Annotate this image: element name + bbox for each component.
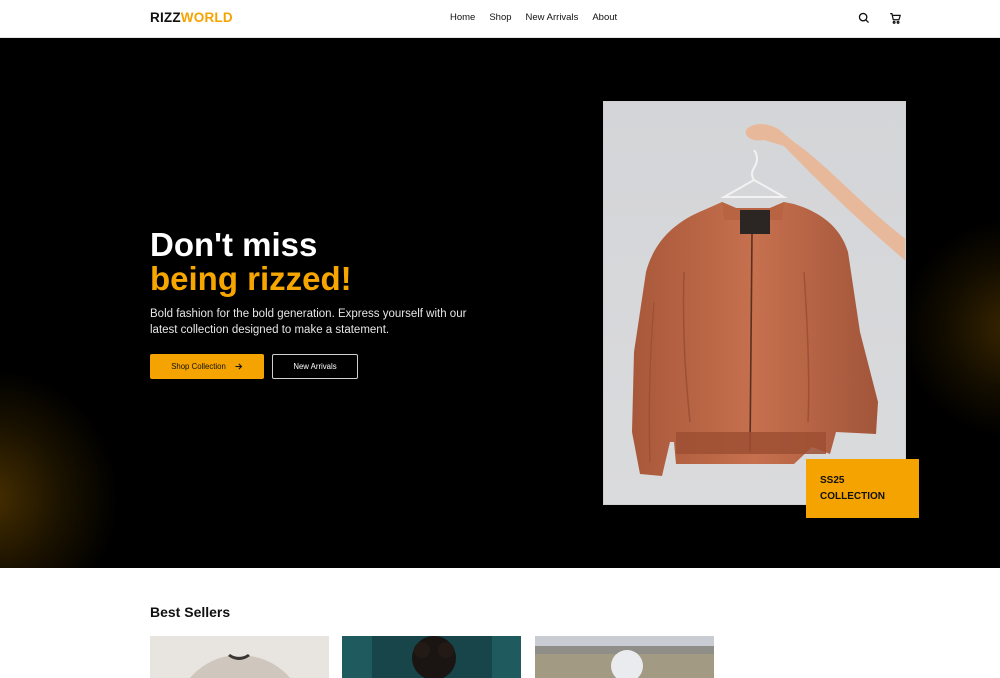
product-card-3[interactable]	[535, 636, 714, 678]
hero-product-image	[603, 101, 906, 505]
product-image-3	[535, 636, 714, 678]
hero-headline-line2: being rizzed!	[150, 260, 352, 297]
product-image-2	[342, 636, 521, 678]
logo-part-world: WORLD	[180, 10, 233, 25]
shop-collection-label: Shop Collection	[171, 362, 226, 371]
cart-icon[interactable]	[888, 11, 902, 25]
nav-shop[interactable]: Shop	[489, 12, 511, 24]
product-card-2[interactable]	[342, 636, 521, 678]
hero-headline: Don't miss being rizzed!	[150, 228, 352, 296]
logo-part-rizz: RIZZ	[150, 10, 181, 25]
hero-glow-left	[0, 368, 120, 568]
product-image-1	[150, 636, 329, 678]
hero-glow-right	[900, 218, 1000, 438]
logo[interactable]: RIZZWORLD	[150, 10, 233, 26]
shop-collection-button[interactable]: Shop Collection	[150, 354, 264, 379]
nav-new-arrivals[interactable]: New Arrivals	[526, 12, 579, 24]
nav-home[interactable]: Home	[450, 12, 475, 24]
product-card-1[interactable]	[150, 636, 329, 678]
nav-about[interactable]: About	[592, 12, 617, 24]
hero-section: Don't miss being rizzed! Bold fashion fo…	[0, 38, 1000, 568]
hero-headline-line1: Don't miss	[150, 226, 318, 263]
main-nav: Home Shop New Arrivals About	[450, 12, 631, 24]
arrow-right-icon	[235, 363, 243, 370]
site-header: RIZZWORLD Home Shop New Arrivals About	[0, 0, 1000, 38]
new-arrivals-button[interactable]: New Arrivals	[272, 354, 358, 379]
badge-line2: COLLECTION	[820, 491, 885, 502]
best-sellers-title: Best Sellers	[150, 604, 231, 620]
collection-badge: SS25 COLLECTION	[806, 459, 919, 518]
badge-line1: SS25	[820, 475, 845, 486]
hero-subtext: Bold fashion for the bold generation. Ex…	[150, 308, 467, 336]
search-icon[interactable]	[857, 11, 871, 25]
